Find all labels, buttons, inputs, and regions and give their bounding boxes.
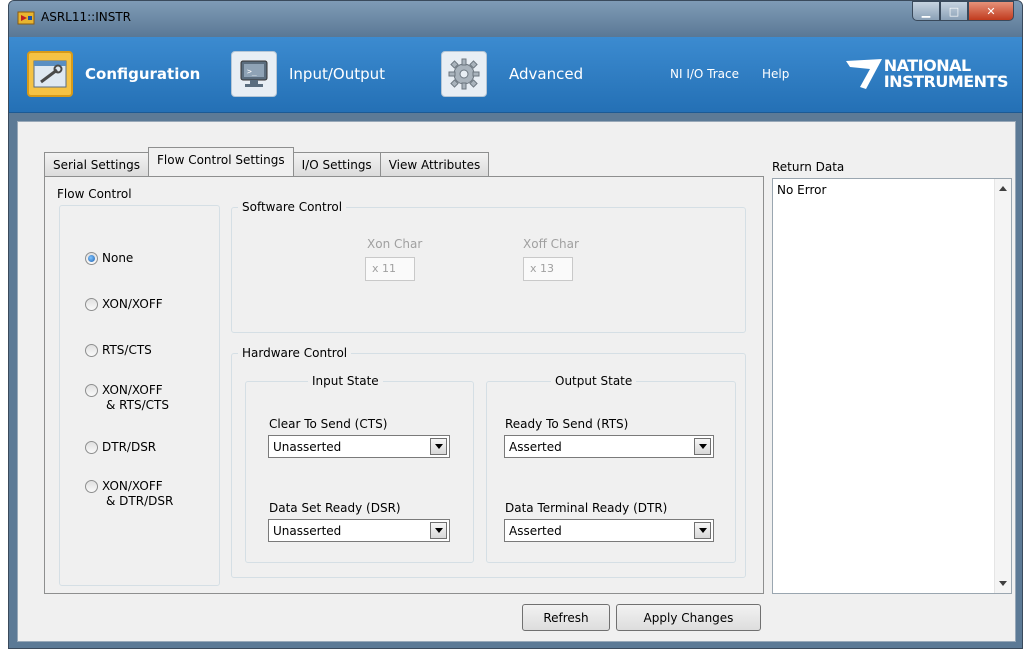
configuration-label: Configuration bbox=[85, 65, 201, 83]
client-area: Serial Settings Flow Control Settings I/… bbox=[17, 121, 1016, 642]
radio-none[interactable]: None bbox=[85, 251, 133, 266]
scroll-up-icon[interactable] bbox=[999, 186, 1007, 191]
maximize-button[interactable]: □ bbox=[940, 1, 968, 21]
input-output-icon: >_ bbox=[231, 51, 277, 97]
radio-xon-xoff-dtr-dsr[interactable]: XON/XOFF & DTR/DSR bbox=[85, 479, 173, 509]
title-bar: ASRL11::INSTR ▁ □ ✕ bbox=[9, 1, 1022, 37]
input-output-tool[interactable]: >_ Input/Output bbox=[231, 51, 385, 97]
radio-button bbox=[85, 441, 98, 454]
dsr-label: Data Set Ready (DSR) bbox=[269, 501, 401, 515]
select-value: Asserted bbox=[509, 440, 562, 454]
dropdown-arrow-icon[interactable] bbox=[430, 522, 447, 539]
xoff-char-input[interactable]: x 13 bbox=[523, 257, 573, 281]
ni-io-trace-link[interactable]: NI I/O Trace bbox=[670, 67, 739, 81]
tab-flow-control-settings[interactable]: Flow Control Settings bbox=[148, 147, 294, 176]
return-data-scrollbar[interactable] bbox=[994, 179, 1011, 593]
help-link[interactable]: Help bbox=[762, 67, 789, 81]
input-output-label: Input/Output bbox=[289, 65, 385, 83]
toolbar: Configuration >_ Input/Output Advanced N… bbox=[9, 37, 1022, 113]
radio-xon-xoff[interactable]: XON/XOFF bbox=[85, 297, 163, 312]
minimize-icon: ▁ bbox=[921, 4, 931, 18]
software-control-title: Software Control bbox=[238, 200, 347, 214]
select-value: Unasserted bbox=[273, 440, 342, 454]
radio-button bbox=[85, 344, 98, 357]
svg-text:>_: >_ bbox=[247, 67, 257, 76]
radio-button bbox=[85, 480, 98, 493]
radio-label: RTS/CTS bbox=[102, 343, 152, 357]
radio-xon-xoff-rts-cts[interactable]: XON/XOFF & RTS/CTS bbox=[85, 383, 169, 413]
maximize-icon: □ bbox=[948, 4, 960, 18]
dropdown-arrow-icon[interactable] bbox=[694, 522, 711, 539]
scroll-down-icon[interactable] bbox=[999, 581, 1007, 586]
xoff-char-label: Xoff Char bbox=[523, 237, 579, 251]
rts-select[interactable]: Asserted bbox=[504, 435, 714, 458]
select-value: Unasserted bbox=[273, 524, 342, 538]
select-value: Asserted bbox=[509, 524, 562, 538]
labview-app-icon bbox=[17, 11, 35, 25]
return-data-label: Return Data bbox=[772, 160, 845, 174]
dropdown-arrow-icon[interactable] bbox=[694, 438, 711, 455]
flow-control-panel: Flow Control None XON/XOFF RTS/CTS XON/X… bbox=[44, 176, 764, 594]
radio-button-selected bbox=[85, 252, 98, 265]
configuration-icon bbox=[27, 51, 73, 97]
xon-char-label: Xon Char bbox=[367, 237, 423, 251]
refresh-button[interactable]: Refresh bbox=[522, 604, 610, 631]
dtr-label: Data Terminal Ready (DTR) bbox=[505, 501, 668, 515]
dsr-select[interactable]: Unasserted bbox=[268, 519, 450, 542]
xon-char-input[interactable]: x 11 bbox=[365, 257, 415, 281]
radio-label-line-2: & RTS/CTS bbox=[106, 398, 169, 412]
radio-dtr-dsr[interactable]: DTR/DSR bbox=[85, 440, 156, 455]
radio-button bbox=[85, 298, 98, 311]
hardware-control-title: Hardware Control bbox=[238, 346, 352, 360]
output-state-title: Output State bbox=[551, 374, 637, 388]
tab-label: I/O Settings bbox=[301, 157, 372, 172]
cts-select[interactable]: Unasserted bbox=[268, 435, 450, 458]
radio-label-line-1: XON/XOFF bbox=[102, 383, 163, 397]
rts-label: Ready To Send (RTS) bbox=[505, 417, 629, 431]
apply-changes-button[interactable]: Apply Changes bbox=[616, 604, 761, 631]
instrument-window: ASRL11::INSTR ▁ □ ✕ Configuration >_ Inp… bbox=[8, 0, 1023, 649]
tab-label: Serial Settings bbox=[53, 157, 140, 172]
tab-label: Flow Control Settings bbox=[157, 153, 285, 167]
radio-label: None bbox=[102, 251, 134, 265]
window-title: ASRL11::INSTR bbox=[41, 10, 132, 24]
tab-label: View Attributes bbox=[388, 157, 481, 172]
minimize-button[interactable]: ▁ bbox=[912, 1, 940, 21]
radio-label: DTR/DSR bbox=[102, 440, 157, 454]
radio-label: XON/XOFF bbox=[102, 297, 163, 311]
configuration-tool[interactable]: Configuration bbox=[27, 51, 200, 97]
close-button[interactable]: ✕ bbox=[968, 1, 1014, 21]
ni-eagle-icon bbox=[845, 59, 882, 89]
return-data-box[interactable]: No Error bbox=[772, 178, 1012, 594]
radio-label-line-2: & DTR/DSR bbox=[106, 494, 174, 508]
radio-rts-cts[interactable]: RTS/CTS bbox=[85, 343, 152, 358]
flow-control-title: Flow Control bbox=[57, 187, 132, 201]
cts-label: Clear To Send (CTS) bbox=[269, 417, 388, 431]
logo-line-2: INSTRUMENTS bbox=[883, 72, 1009, 91]
national-instruments-logo: NATIONAL INSTRUMENTS bbox=[844, 57, 1009, 91]
dropdown-arrow-icon[interactable] bbox=[430, 438, 447, 455]
tab-view-attributes[interactable]: View Attributes bbox=[379, 152, 490, 176]
software-control-group: Software Control bbox=[231, 200, 746, 333]
radio-label-line-1: XON/XOFF bbox=[102, 479, 163, 493]
tab-serial-settings[interactable]: Serial Settings bbox=[44, 152, 149, 176]
input-state-title: Input State bbox=[308, 374, 383, 388]
advanced-label: Advanced bbox=[509, 65, 584, 83]
gear-icon bbox=[441, 51, 487, 97]
dtr-select[interactable]: Asserted bbox=[504, 519, 714, 542]
radio-button bbox=[85, 384, 98, 397]
advanced-tool[interactable]: Advanced bbox=[441, 51, 583, 97]
tab-io-settings[interactable]: I/O Settings bbox=[292, 152, 381, 176]
return-data-value: No Error bbox=[777, 183, 827, 197]
tab-strip: Serial Settings Flow Control Settings I/… bbox=[44, 147, 490, 176]
close-icon: ✕ bbox=[986, 4, 996, 18]
